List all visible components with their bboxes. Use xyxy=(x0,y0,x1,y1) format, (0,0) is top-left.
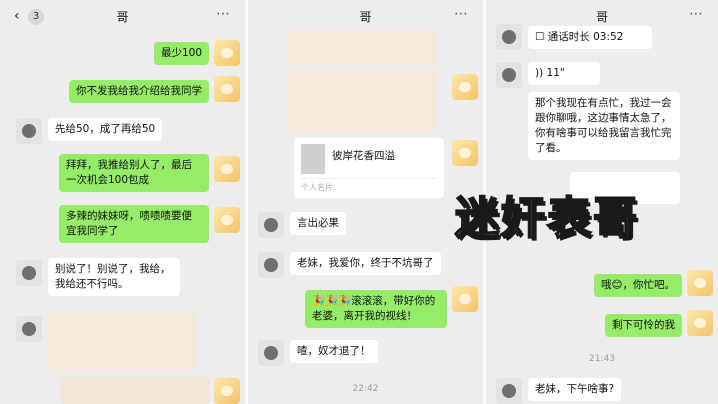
message-bubble[interactable]: 拜拜，我推给别人了，最后一次机会100包成 xyxy=(59,154,209,192)
message-bubble[interactable]: 喳，奴才退了！ xyxy=(290,340,378,363)
transfer-card-blurred[interactable] xyxy=(288,70,436,130)
message-bubble[interactable]: 老妹，下午啥事? xyxy=(528,378,622,401)
contact-card-name: 彼岸花香四溢 xyxy=(332,150,395,162)
more-options-icon[interactable]: ⋯ xyxy=(454,6,469,22)
message-bubble[interactable]: 别说了！别说了，我给，我给还不行吗。 xyxy=(48,258,180,296)
message-bubble[interactable]: 你不发我给我介绍给我同学 xyxy=(69,80,209,103)
chat-panel-middle: 哥 ⋯ 彼岸花香四溢 个人名片 言出必果 老妹，我爱你，终于不坑哥了 🎉🎉🎉滚滚… xyxy=(248,0,483,404)
message-bubble[interactable]: 那个我现在有点忙，我过一会跟你聊哦，这边事情太急了，你有啥事可以给我留言我忙完了… xyxy=(528,92,680,160)
voice-wave-icon: )) xyxy=(535,67,547,79)
avatar[interactable] xyxy=(16,118,42,144)
chat-title: 哥 xyxy=(359,10,372,24)
call-record-bubble[interactable]: ☐ 通话时长 03:52 xyxy=(528,26,652,49)
chat-title: 哥 xyxy=(595,10,608,24)
avatar[interactable] xyxy=(214,207,240,233)
avatar[interactable] xyxy=(496,24,522,50)
avatar[interactable] xyxy=(452,140,478,166)
message-bubble[interactable]: 老妹，我爱你，终于不坑哥了 xyxy=(290,252,441,275)
transfer-card-blurred[interactable] xyxy=(288,30,436,64)
chat-header: ‹ 3 哥 ⋯ xyxy=(0,0,245,32)
more-options-icon[interactable]: ⋯ xyxy=(216,6,231,22)
avatar[interactable] xyxy=(258,340,284,366)
transfer-card-blurred[interactable] xyxy=(60,376,210,404)
avatar[interactable] xyxy=(452,74,478,100)
divider xyxy=(301,178,437,179)
timestamp: 22:42 xyxy=(352,384,379,394)
avatar[interactable] xyxy=(214,40,240,66)
chat-title: 哥 xyxy=(116,10,129,24)
message-bubble[interactable]: 哦😊，你忙吧。 xyxy=(594,274,682,297)
avatar[interactable] xyxy=(214,378,240,404)
avatar[interactable] xyxy=(16,316,42,342)
message-bubble[interactable]: 剩下可怜的我 xyxy=(605,314,682,337)
avatar[interactable] xyxy=(16,260,42,286)
message-bubble[interactable]: 🎉🎉🎉滚滚滚，带好你的老婆，离开我的视线！ xyxy=(305,290,447,328)
message-bubble[interactable]: 言出必果 xyxy=(290,212,346,235)
message-bubble[interactable]: 先给50，成了再给50 xyxy=(48,118,163,141)
avatar[interactable] xyxy=(687,310,713,336)
message-bubble[interactable]: 最少100 xyxy=(153,42,209,65)
contact-card-label: 个人名片 xyxy=(301,183,333,192)
timestamp: 21:43 xyxy=(589,354,615,364)
chat-header: 哥 ⋯ xyxy=(248,0,483,32)
voice-duration: 11" xyxy=(546,67,565,79)
avatar[interactable] xyxy=(496,378,522,404)
avatar[interactable] xyxy=(452,286,478,312)
call-duration: 通话时长 03:52 xyxy=(547,31,624,43)
avatar[interactable] xyxy=(687,270,713,296)
more-options-icon[interactable]: ⋯ xyxy=(689,6,704,22)
contact-card-photo xyxy=(301,144,325,174)
transfer-card-blurred[interactable] xyxy=(48,312,196,370)
message-bubble[interactable]: 多辣的妹妹呀，啧啧啧要便宜我同学了 xyxy=(59,205,209,243)
avatar[interactable] xyxy=(258,252,284,278)
phone-icon: ☐ xyxy=(535,31,548,43)
overlay-caption-text: 迷奸表哥 xyxy=(454,192,639,245)
contact-card[interactable]: 彼岸花香四溢 个人名片 xyxy=(294,138,444,198)
chat-panel-left: ‹ 3 哥 ⋯ 最少100 你不发我给我介绍给我同学 先给50，成了再给50 拜… xyxy=(0,0,245,404)
voice-message-bubble[interactable]: )) 11" xyxy=(528,62,600,85)
avatar[interactable] xyxy=(258,212,284,238)
avatar[interactable] xyxy=(214,76,240,102)
avatar[interactable] xyxy=(496,62,522,88)
avatar[interactable] xyxy=(214,156,240,182)
overlay-caption: 迷奸表哥 xyxy=(454,182,639,246)
